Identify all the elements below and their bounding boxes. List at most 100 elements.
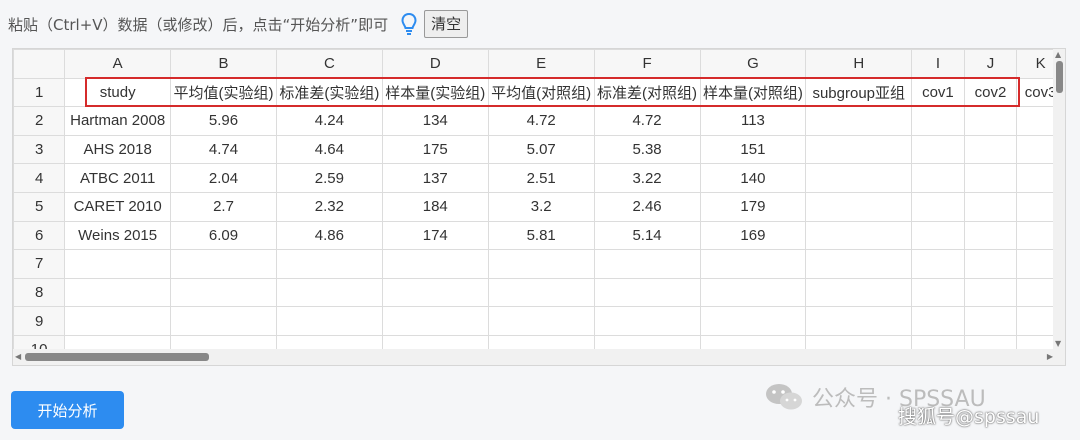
- grid-cell[interactable]: [275, 277, 383, 308]
- row-header[interactable]: 7: [13, 249, 66, 279]
- grid-cell[interactable]: 5.14: [593, 220, 701, 251]
- grid-cell[interactable]: 134: [381, 106, 489, 136]
- grid-cell[interactable]: [911, 163, 965, 193]
- grid-cell[interactable]: [699, 277, 807, 308]
- row-header[interactable]: 9: [13, 306, 66, 336]
- grid-cell[interactable]: [64, 306, 172, 336]
- grid-cell[interactable]: [805, 163, 913, 193]
- grid-cell[interactable]: 标准差(对照组): [593, 77, 701, 108]
- grid-cell[interactable]: [593, 306, 701, 336]
- grid-cell[interactable]: [911, 249, 965, 279]
- grid-cell[interactable]: [275, 306, 383, 336]
- data-grid[interactable]: A B C D E F G H I J K 1 study 平均值(实验组) 标准差(…: [13, 49, 1065, 365]
- spreadsheet[interactable]: A B C D E F G H I J K 1 study 平均值(实验组) 标准差(…: [12, 48, 1066, 366]
- lightbulb-icon[interactable]: [400, 12, 418, 36]
- grid-cell[interactable]: [963, 163, 1018, 193]
- scroll-down-icon[interactable]: ▼: [1055, 339, 1061, 348]
- grid-cell[interactable]: [911, 277, 965, 308]
- grid-cell[interactable]: 5.07: [487, 134, 595, 165]
- grid-cell[interactable]: 2.59: [275, 163, 383, 193]
- grid-cell[interactable]: 151: [699, 134, 807, 165]
- grid-cell[interactable]: [805, 191, 913, 222]
- scroll-left-icon[interactable]: ◀: [15, 352, 21, 361]
- column-header[interactable]: E: [487, 49, 595, 79]
- row-header[interactable]: 2: [13, 106, 66, 136]
- grid-cell[interactable]: 169: [699, 220, 807, 251]
- grid-cell[interactable]: [805, 277, 913, 308]
- grid-cell[interactable]: 2.7: [170, 191, 277, 222]
- grid-cell[interactable]: 2.46: [593, 191, 701, 222]
- grid-cell[interactable]: 5.38: [593, 134, 701, 165]
- row-header[interactable]: 3: [13, 134, 66, 165]
- grid-cell[interactable]: [275, 249, 383, 279]
- grid-cell[interactable]: 4.86: [275, 220, 383, 251]
- grid-cell[interactable]: ATBC 2011: [64, 163, 172, 193]
- grid-cell[interactable]: 179: [699, 191, 807, 222]
- column-header[interactable]: J: [963, 49, 1018, 79]
- grid-cell[interactable]: [487, 306, 595, 336]
- grid-cell[interactable]: [805, 106, 913, 136]
- row-header[interactable]: 4: [13, 163, 66, 193]
- grid-cell[interactable]: [911, 306, 965, 336]
- grid-cell[interactable]: [963, 220, 1018, 251]
- grid-cell[interactable]: 184: [381, 191, 489, 222]
- vertical-scrollbar[interactable]: ▲ ▼: [1053, 49, 1065, 349]
- grid-cell[interactable]: [64, 277, 172, 308]
- grid-cell[interactable]: [963, 191, 1018, 222]
- column-header[interactable]: I: [911, 49, 965, 79]
- clear-button[interactable]: 清空: [424, 10, 469, 38]
- grid-cell[interactable]: [805, 306, 913, 336]
- grid-cell[interactable]: 平均值(实验组): [170, 77, 277, 108]
- grid-cell[interactable]: [911, 191, 965, 222]
- scroll-up-icon[interactable]: ▲: [1055, 50, 1061, 59]
- grid-cell[interactable]: 174: [381, 220, 489, 251]
- grid-cell[interactable]: 4.72: [593, 106, 701, 136]
- grid-cell[interactable]: 113: [699, 106, 807, 136]
- grid-cell[interactable]: [593, 249, 701, 279]
- grid-cell[interactable]: [170, 306, 277, 336]
- grid-cell[interactable]: [699, 306, 807, 336]
- grid-cell[interactable]: 样本量(对照组): [699, 77, 807, 108]
- horizontal-scroll-thumb[interactable]: [25, 353, 209, 361]
- grid-cell[interactable]: 175: [381, 134, 489, 165]
- start-analysis-button[interactable]: 开始分析: [11, 391, 124, 429]
- grid-cell[interactable]: 2.32: [275, 191, 383, 222]
- row-header[interactable]: 6: [13, 220, 66, 251]
- grid-cell[interactable]: [593, 277, 701, 308]
- grid-cell[interactable]: 2.04: [170, 163, 277, 193]
- grid-cell[interactable]: [963, 134, 1018, 165]
- row-header[interactable]: 1: [13, 77, 66, 108]
- grid-cell[interactable]: 5.96: [170, 106, 277, 136]
- grid-cell[interactable]: [170, 249, 277, 279]
- grid-cell[interactable]: [805, 220, 913, 251]
- grid-cell[interactable]: 140: [699, 163, 807, 193]
- grid-cell[interactable]: [911, 134, 965, 165]
- grid-cell[interactable]: [64, 249, 172, 279]
- grid-cell[interactable]: AHS 2018: [64, 134, 172, 165]
- vertical-scroll-thumb[interactable]: [1056, 61, 1063, 93]
- row-header[interactable]: 5: [13, 191, 66, 222]
- grid-cell[interactable]: CARET 2010: [64, 191, 172, 222]
- grid-cell[interactable]: [963, 249, 1018, 279]
- grid-cell[interactable]: 4.24: [275, 106, 383, 136]
- grid-cell[interactable]: 4.72: [487, 106, 595, 136]
- grid-cell[interactable]: Hartman 2008: [64, 106, 172, 136]
- grid-cell[interactable]: 样本量(实验组): [381, 77, 489, 108]
- grid-cell[interactable]: [381, 306, 489, 336]
- scroll-right-icon[interactable]: ▶: [1047, 352, 1053, 361]
- grid-cell[interactable]: 标准差(实验组): [275, 77, 383, 108]
- grid-cell[interactable]: 3.22: [593, 163, 701, 193]
- grid-cell[interactable]: [487, 249, 595, 279]
- grid-cell[interactable]: [963, 106, 1018, 136]
- grid-cell[interactable]: 4.74: [170, 134, 277, 165]
- grid-cell[interactable]: [805, 134, 913, 165]
- grid-cell[interactable]: [805, 249, 913, 279]
- grid-cell[interactable]: 3.2: [487, 191, 595, 222]
- grid-cell[interactable]: [963, 306, 1018, 336]
- grid-cell[interactable]: [381, 277, 489, 308]
- grid-cell[interactable]: subgroup亚组: [805, 77, 913, 108]
- grid-cell[interactable]: [911, 220, 965, 251]
- grid-cell[interactable]: [487, 277, 595, 308]
- corner-cell[interactable]: [13, 49, 66, 79]
- grid-cell[interactable]: 4.64: [275, 134, 383, 165]
